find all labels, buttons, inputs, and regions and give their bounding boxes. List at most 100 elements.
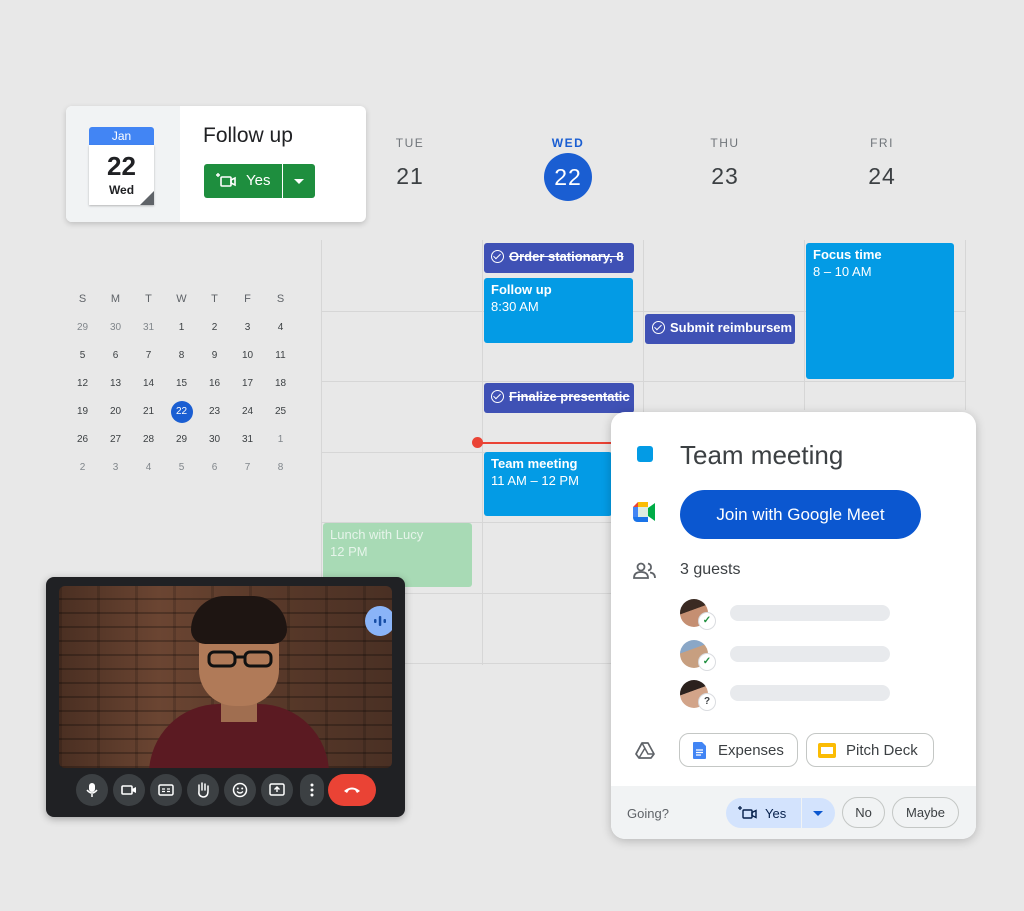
- day-number-wed-today[interactable]: 22: [544, 153, 592, 201]
- mini-calendar-day[interactable]: 6: [198, 454, 231, 482]
- emoji-button[interactable]: [224, 774, 256, 806]
- mini-calendar-day[interactable]: 9: [198, 342, 231, 370]
- mini-calendar-day[interactable]: 11: [264, 342, 297, 370]
- rsvp-yes-button[interactable]: Yes: [726, 798, 801, 828]
- mini-calendar-day[interactable]: 28: [132, 426, 165, 454]
- mini-calendar-day-label: 4: [277, 322, 284, 333]
- mini-calendar-day[interactable]: 8: [165, 342, 198, 370]
- mini-calendar-day[interactable]: 12: [66, 370, 99, 398]
- mini-calendar-day[interactable]: 2: [198, 314, 231, 342]
- captions-icon: [158, 784, 174, 796]
- mini-calendar-day[interactable]: 1: [165, 314, 198, 342]
- mini-calendar-day-label: 14: [142, 378, 155, 389]
- event-focus-time[interactable]: Focus time 8 – 10 AM: [806, 243, 954, 379]
- mini-calendar-day[interactable]: 29: [66, 314, 99, 342]
- mini-calendar-day[interactable]: 8: [264, 454, 297, 482]
- mic-button[interactable]: [76, 774, 108, 806]
- mini-calendar-day[interactable]: 29: [165, 426, 198, 454]
- mini-calendar-day[interactable]: 21: [132, 398, 165, 426]
- task-done-icon: [491, 250, 504, 263]
- join-google-meet-button[interactable]: Join with Google Meet: [680, 490, 921, 539]
- guests-count[interactable]: 3 guests: [680, 561, 740, 579]
- attachment-expenses[interactable]: Expenses: [679, 733, 798, 767]
- mini-calendar-day[interactable]: 4: [132, 454, 165, 482]
- mini-calendar-day-label: 2: [211, 322, 218, 333]
- present-icon: [269, 783, 285, 796]
- rsvp-yes-dropdown[interactable]: [802, 798, 835, 828]
- mini-calendar-day-label: 6: [211, 462, 218, 473]
- mini-calendar-day[interactable]: 16: [198, 370, 231, 398]
- mini-calendar-day[interactable]: 27: [99, 426, 132, 454]
- day-name-fri: FRI: [870, 136, 894, 150]
- end-call-button[interactable]: [328, 774, 376, 806]
- person-hair: [191, 596, 287, 644]
- mini-calendar-day[interactable]: 3: [99, 454, 132, 482]
- day-number-tue[interactable]: 21: [380, 163, 440, 190]
- attachment-pitch-deck[interactable]: Pitch Deck: [806, 733, 934, 767]
- google-meet-icon: [633, 502, 655, 522]
- task-submit-reimbursement[interactable]: Submit reimbursem: [645, 314, 795, 344]
- more-icon: [310, 783, 314, 797]
- more-options-button[interactable]: [300, 774, 324, 806]
- mini-calendar-day-label: 29: [175, 434, 188, 445]
- mini-calendar-day[interactable]: 30: [198, 426, 231, 454]
- attachment-label: Pitch Deck: [846, 742, 918, 759]
- present-button[interactable]: [261, 774, 293, 806]
- raise-hand-button[interactable]: [187, 774, 219, 806]
- mini-calendar-day[interactable]: 14: [132, 370, 165, 398]
- day-number-thu[interactable]: 23: [695, 163, 755, 190]
- mini-calendar-day-label: 5: [79, 350, 86, 361]
- mini-calendar-day-label: 5: [178, 462, 185, 473]
- mini-calendar-day[interactable]: 7: [231, 454, 264, 482]
- mini-calendar-day[interactable]: 10: [231, 342, 264, 370]
- mini-calendar-day-label: 6: [112, 350, 119, 361]
- emoji-icon: [232, 782, 248, 798]
- attachment-label: Expenses: [718, 742, 784, 759]
- captions-button[interactable]: [150, 774, 182, 806]
- mini-calendar-day-label: 30: [208, 434, 221, 445]
- day-number-fri[interactable]: 24: [852, 163, 912, 190]
- mini-calendar-day-label: 8: [277, 462, 284, 473]
- weekday-label: T: [211, 293, 218, 305]
- mini-calendar-day-label: 2: [79, 462, 86, 473]
- mini-calendar-day[interactable]: 31: [132, 314, 165, 342]
- followup-yes-button[interactable]: Yes: [204, 164, 282, 198]
- mini-calendar-day[interactable]: 22: [165, 398, 198, 426]
- mini-calendar-day[interactable]: 23: [198, 398, 231, 426]
- mini-calendar-day[interactable]: 1: [264, 426, 297, 454]
- mini-calendar-day[interactable]: 26: [66, 426, 99, 454]
- event-team-meeting[interactable]: Team meeting 11 AM – 12 PM: [484, 452, 612, 516]
- mini-calendar-day[interactable]: 2: [66, 454, 99, 482]
- event-follow-up[interactable]: Follow up 8:30 AM: [484, 278, 633, 343]
- mini-calendar-day[interactable]: 13: [99, 370, 132, 398]
- task-title: Order stationary, 8: [509, 249, 624, 264]
- mini-calendar-day[interactable]: 18: [264, 370, 297, 398]
- mini-calendar-day[interactable]: 31: [231, 426, 264, 454]
- mini-calendar-day[interactable]: 19: [66, 398, 99, 426]
- guests-icon: [633, 562, 656, 579]
- mini-calendar-day-label: 25: [274, 406, 287, 417]
- mini-calendar-day[interactable]: 17: [231, 370, 264, 398]
- mini-calendar-day[interactable]: 5: [66, 342, 99, 370]
- mini-calendar-day[interactable]: 3: [231, 314, 264, 342]
- mini-calendar-day[interactable]: 20: [99, 398, 132, 426]
- mini-calendar-day-label: 31: [241, 434, 254, 445]
- mini-calendar-day[interactable]: 4: [264, 314, 297, 342]
- event-detail-title: Team meeting: [680, 440, 844, 470]
- camera-button[interactable]: [113, 774, 145, 806]
- mini-calendar-day[interactable]: 6: [99, 342, 132, 370]
- event-title: Follow up: [491, 282, 552, 297]
- grid-hline: [321, 381, 966, 382]
- task-finalize-presentation[interactable]: Finalize presentatic: [484, 383, 634, 413]
- mini-calendar-day[interactable]: 15: [165, 370, 198, 398]
- mini-calendar-day[interactable]: 30: [99, 314, 132, 342]
- rsvp-maybe-button[interactable]: Maybe: [892, 797, 959, 828]
- mini-calendar-day[interactable]: 25: [264, 398, 297, 426]
- mini-calendar-day[interactable]: 7: [132, 342, 165, 370]
- rsvp-no-button[interactable]: No: [842, 797, 885, 828]
- mini-calendar-week: 26 27 28 29 30 31 1: [66, 426, 298, 454]
- mini-calendar-day[interactable]: 24: [231, 398, 264, 426]
- task-order-stationary[interactable]: Order stationary, 8: [484, 243, 634, 273]
- mini-calendar-day[interactable]: 5: [165, 454, 198, 482]
- followup-rsvp-dropdown[interactable]: [283, 164, 315, 198]
